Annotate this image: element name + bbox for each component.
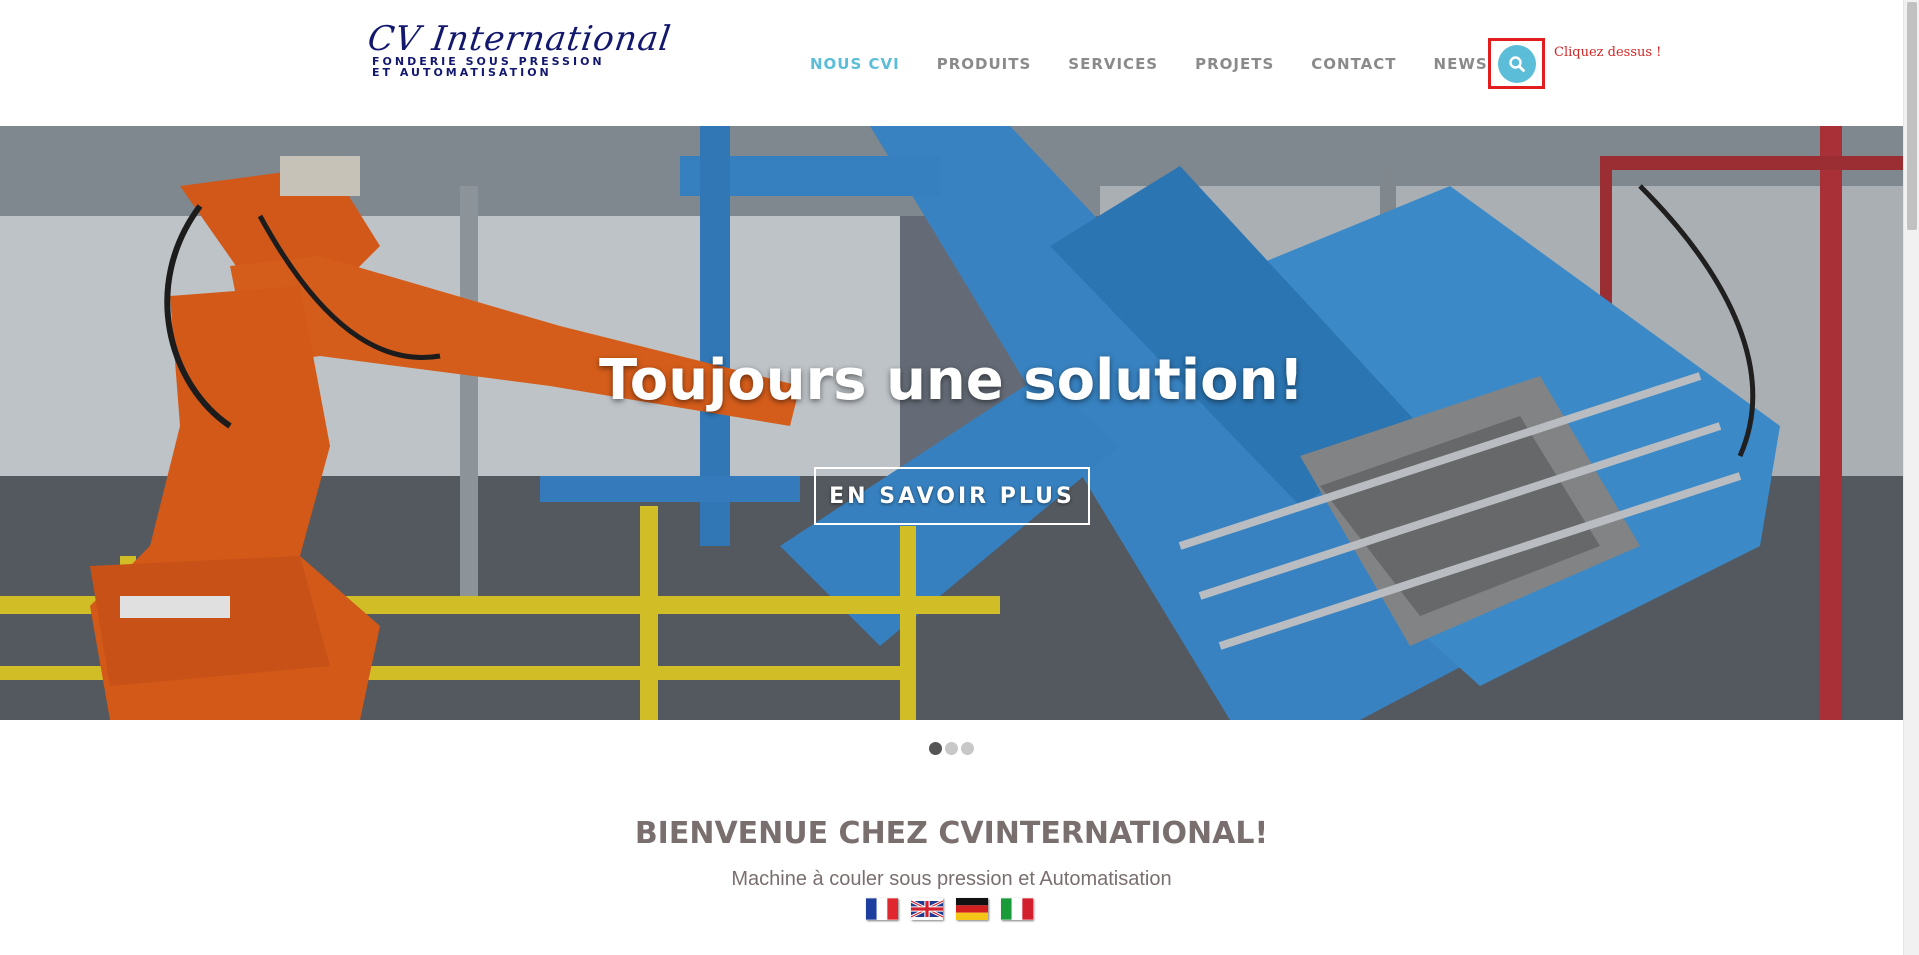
nav-item-nous-cvi[interactable]: NOUS CVI	[810, 55, 900, 75]
slider-pagination	[929, 742, 977, 755]
hero-title: Toujours une solution!	[598, 348, 1304, 413]
page-scrollbar[interactable]	[1903, 0, 1919, 955]
site-header: CV International FONDERIE SOUS PRESSION …	[0, 0, 1903, 126]
search-button[interactable]	[1488, 38, 1545, 89]
nav-item-produits[interactable]: PRODUITS	[937, 55, 1032, 75]
site-logo[interactable]: CV International FONDERIE SOUS PRESSION …	[365, 19, 674, 82]
flag-uk-icon[interactable]	[911, 898, 943, 920]
learn-more-button[interactable]: EN SAVOIR PLUS	[814, 467, 1090, 525]
nav-item-services[interactable]: SERVICES	[1068, 55, 1158, 75]
hero-slider: Toujours une solution! EN SAVOIR PLUS	[0, 126, 1903, 720]
slider-dot-3[interactable]	[961, 742, 974, 755]
logo-subtitle-line-2: ET AUTOMATISATION	[372, 66, 552, 79]
search-circle	[1497, 44, 1536, 83]
flag-france-icon[interactable]	[866, 898, 898, 920]
logo-title: CV International	[365, 19, 674, 59]
language-flags	[866, 898, 1046, 920]
hero-background-image	[0, 126, 1903, 720]
nav-item-news[interactable]: NEWS	[1434, 55, 1488, 75]
search-icon	[1508, 55, 1525, 72]
slider-dot-1[interactable]	[929, 742, 942, 755]
slider-dot-2[interactable]	[945, 742, 958, 755]
nav-item-projets[interactable]: PROJETS	[1195, 55, 1274, 75]
main-nav: NOUS CVI PRODUITS SERVICES PROJETS CONTA…	[810, 55, 1525, 75]
nav-item-contact[interactable]: CONTACT	[1311, 55, 1396, 75]
search-hint: Cliquez dessus !	[1554, 45, 1662, 60]
flag-italy-icon[interactable]	[1001, 898, 1033, 920]
scrollbar-thumb[interactable]	[1907, 2, 1917, 230]
flag-germany-icon[interactable]	[956, 898, 988, 920]
welcome-subtitle: Machine à couler sous pression et Automa…	[731, 868, 1172, 890]
welcome-heading: BIENVENUE CHEZ CVINTERNATIONAL!	[634, 816, 1269, 851]
